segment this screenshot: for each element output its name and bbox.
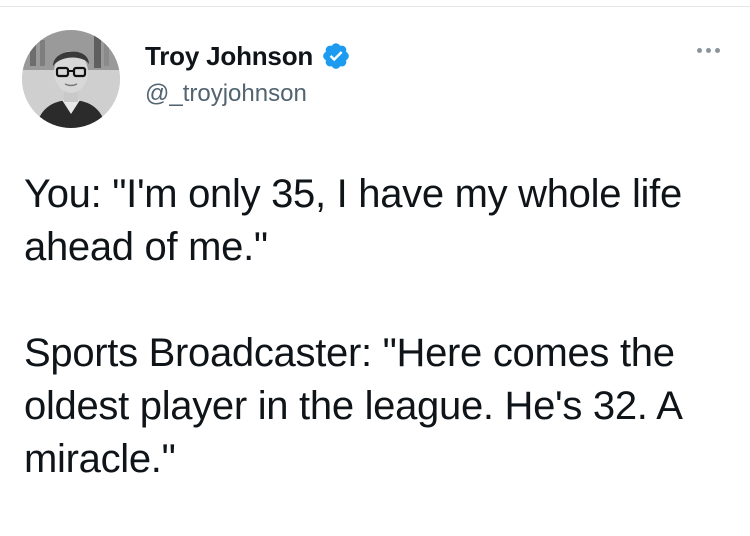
dot: [705, 47, 711, 53]
author-name[interactable]: Troy Johnson: [145, 41, 313, 72]
profile-photo: [22, 30, 120, 128]
dot: [696, 47, 702, 53]
name-row: Troy Johnson: [145, 40, 351, 72]
tweet-paragraph: Sports Broadcaster: "Here comes the olde…: [24, 331, 681, 481]
author-handle[interactable]: @_troyjohnson: [145, 80, 351, 108]
tweet-text: You: "I'm only 35, I have my whole life …: [24, 168, 739, 486]
tweet-header: Troy Johnson @_troyjohnson: [145, 40, 351, 108]
dot: [714, 47, 720, 53]
tweet-paragraph: You: "I'm only 35, I have my whole life …: [24, 172, 682, 269]
more-options-icon[interactable]: [688, 38, 728, 62]
verified-badge-icon: [321, 41, 351, 71]
tweet: Troy Johnson @_troyjohnson You: "I'm onl…: [0, 0, 750, 536]
avatar[interactable]: [22, 30, 120, 128]
